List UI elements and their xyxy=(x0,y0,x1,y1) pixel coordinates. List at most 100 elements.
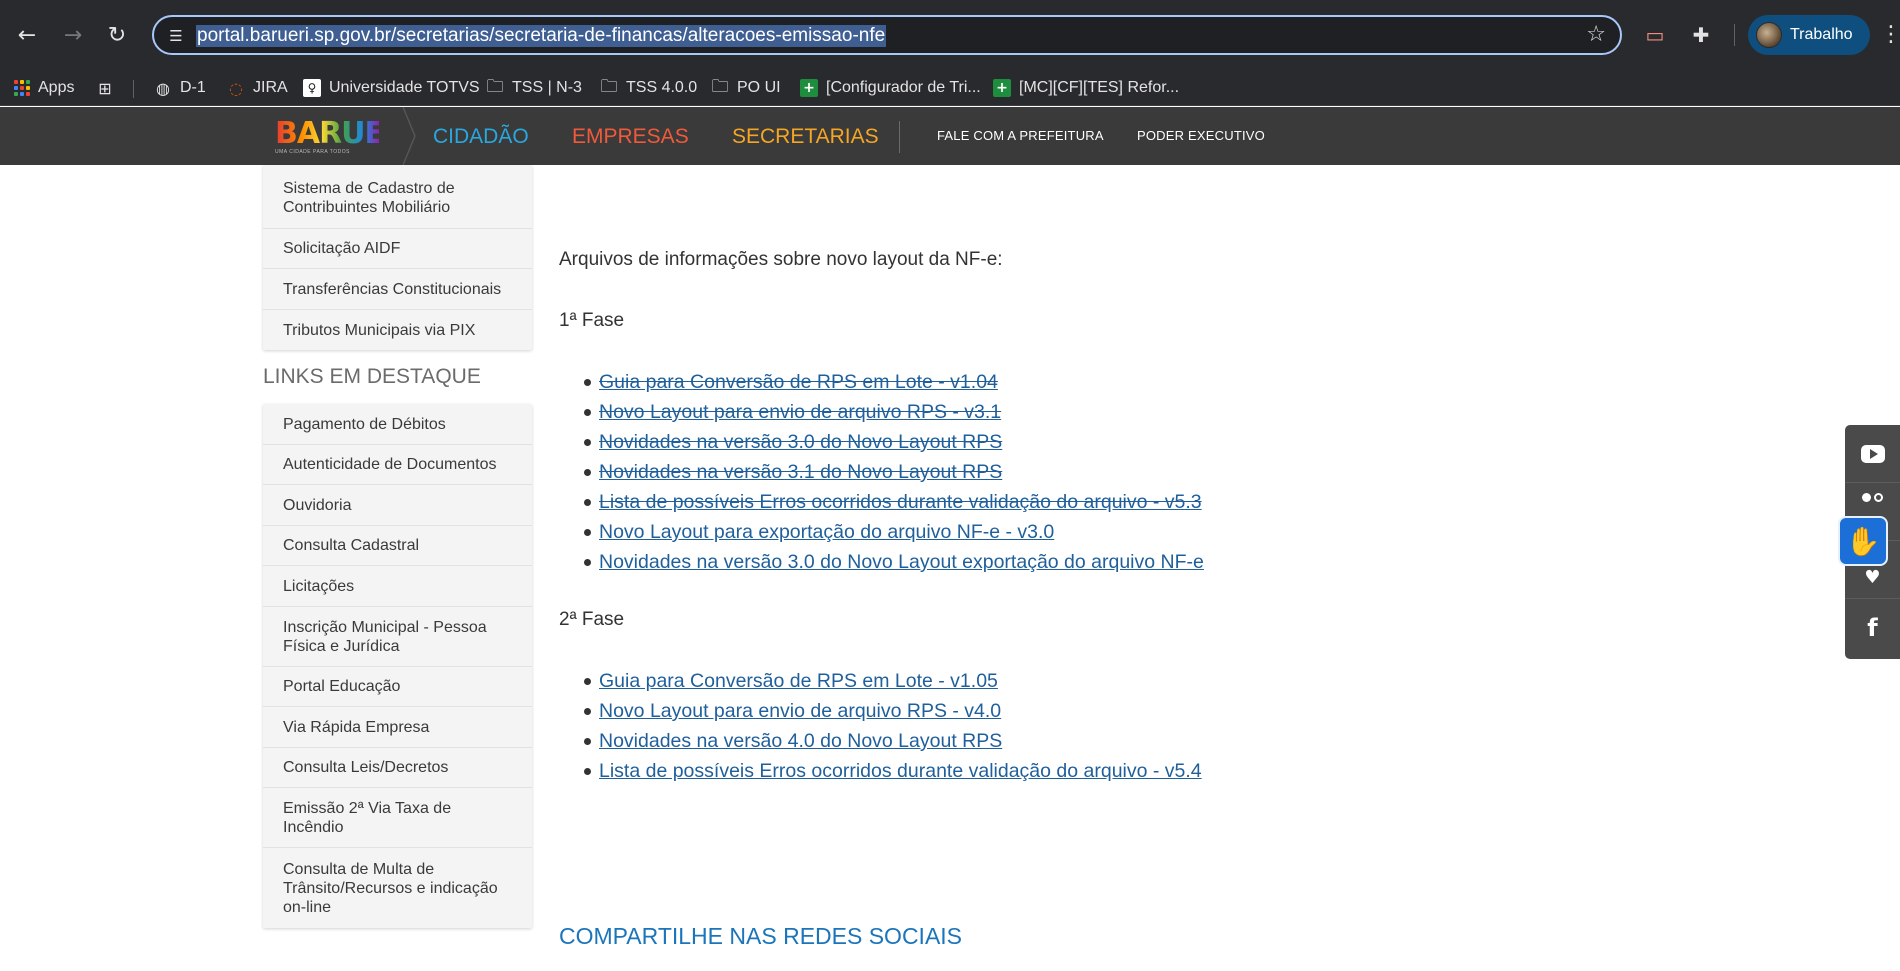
list-item: Novidades na versão 3.1 do Novo Layout R… xyxy=(584,457,1204,487)
site-info-icon[interactable]: ☰ xyxy=(164,24,188,48)
vlibras-hands-icon: ✋ xyxy=(1845,524,1881,558)
url-text[interactable]: portal.barueri.sp.gov.br/secretarias/sec… xyxy=(196,25,887,47)
phase1-link[interactable]: Novidades na versão 3.0 do Novo Layout R… xyxy=(599,431,1002,453)
sidebar-links-group: Pagamento de Débitos Autenticidade de Do… xyxy=(263,404,532,928)
sidebar-item-transferencias[interactable]: Transferências Constitucionais xyxy=(263,269,532,310)
sidebar-link-multa-transito[interactable]: Consulta de Multa de Trânsito/Recursos e… xyxy=(263,848,532,928)
header-chevron-divider xyxy=(402,107,416,165)
bookmark-jira[interactable]: ◌ JIRA xyxy=(227,70,288,106)
sidebar-link-taxa-incendio[interactable]: Emissão 2ª Via Taxa de Incêndio xyxy=(263,788,532,848)
cast-icon[interactable]: ▭ xyxy=(1640,20,1670,50)
bookmarks-bar: Apps ⊞ ◍ D-1 ◌ JIRA ♀ Universidade TOTVS… xyxy=(0,70,1900,106)
header-divider xyxy=(899,121,900,153)
flickr-icon xyxy=(1862,493,1883,502)
links-em-destaque-title: LINKS EM DESTAQUE xyxy=(263,365,481,388)
bookmark-mc-cf-tes[interactable]: + [MC][CF][TES] Refor... xyxy=(993,70,1179,106)
globe-icon: ◍ xyxy=(156,78,170,98)
sidebar-item-cadastro-contribuintes[interactable]: Sistema de Cadastro de Contribuintes Mob… xyxy=(263,165,532,229)
bookmark-universidade-totvs[interactable]: ♀ Universidade TOTVS xyxy=(303,70,480,106)
phase1-link[interactable]: Novidades na versão 3.0 do Novo Layout e… xyxy=(599,551,1204,573)
sidebar-link-consulta-cadastral[interactable]: Consulta Cadastral xyxy=(263,526,532,566)
phase2-link[interactable]: Novo Layout para envio de arquivo RPS - … xyxy=(599,700,1001,722)
twitter-icon: ♥ xyxy=(1864,567,1881,588)
tab-groups-icon: ⊞ xyxy=(98,78,112,98)
profile-label: Trabalho xyxy=(1790,26,1853,43)
list-item: Novo Layout para envio de arquivo RPS - … xyxy=(584,696,1202,726)
sidebar-item-solicitacao-aidf[interactable]: Solicitação AIDF xyxy=(263,229,532,269)
profile-button[interactable]: Trabalho xyxy=(1748,15,1870,55)
list-item: Novidades na versão 4.0 do Novo Layout R… xyxy=(584,726,1202,756)
sidebar-link-ouvidoria[interactable]: Ouvidoria xyxy=(263,485,532,526)
bookmark-star-icon[interactable]: ☆ xyxy=(1586,22,1606,47)
phase1-link-list: Guia para Conversão de RPS em Lote - v1.… xyxy=(584,367,1204,577)
jira-icon: ◌ xyxy=(229,78,243,98)
bookmark-d1[interactable]: ◍ D-1 xyxy=(154,70,206,106)
phase2-link-list: Guia para Conversão de RPS em Lote - v1.… xyxy=(584,666,1202,786)
phase2-link[interactable]: Guia para Conversão de RPS em Lote - v1.… xyxy=(599,670,998,692)
list-item: Lista de possíveis Erros ocorridos duran… xyxy=(584,487,1204,517)
address-bar[interactable]: ☰ portal.barueri.sp.gov.br/secretarias/s… xyxy=(152,15,1622,55)
avatar xyxy=(1756,22,1782,48)
site-header: BARUERI UMA CIDADE PARA TODOS CIDADÃO EM… xyxy=(0,107,1900,165)
phase1-link[interactable]: Guia para Conversão de RPS em Lote - v1.… xyxy=(599,371,998,393)
youtube-icon xyxy=(1860,444,1885,463)
folder-icon: 🗀 xyxy=(486,76,504,97)
sidebar-link-leis-decretos[interactable]: Consulta Leis/Decretos xyxy=(263,748,532,788)
extensions-icon[interactable]: ✚ xyxy=(1686,20,1716,50)
sidebar-link-licitacoes[interactable]: Licitações xyxy=(263,566,532,607)
bookmark-configurador[interactable]: + [Configurador de Tri... xyxy=(800,70,981,106)
folder-icon: 🗀 xyxy=(711,76,729,97)
browser-toolbar: ← → ↻ ☰ portal.barueri.sp.gov.br/secreta… xyxy=(0,0,1900,70)
list-item: Novo Layout para envio de arquivo RPS - … xyxy=(584,397,1204,427)
sidebar-link-autenticidade[interactable]: Autenticidade de Documentos xyxy=(263,445,532,485)
facebook-button[interactable]: f xyxy=(1845,599,1900,657)
phase1-link[interactable]: Novo Layout para exportação do arquivo N… xyxy=(599,521,1054,543)
menu-icon[interactable]: ⋮ xyxy=(1880,22,1900,47)
menu-poder-executivo[interactable]: PODER EXECUTIVO xyxy=(1137,128,1265,143)
list-item: Lista de possíveis Erros ocorridos duran… xyxy=(584,756,1202,786)
sidebar-link-inscricao-municipal[interactable]: Inscrição Municipal - Pessoa Física e Ju… xyxy=(263,607,532,667)
sidebar-services-group: Sistema de Cadastro de Contribuintes Mob… xyxy=(263,165,532,350)
list-item: Novidades na versão 3.0 do Novo Layout e… xyxy=(584,547,1204,577)
list-item: Guia para Conversão de RPS em Lote - v1.… xyxy=(584,367,1204,397)
reload-button[interactable]: ↻ xyxy=(100,18,134,52)
share-title: COMPARTILHE NAS REDES SOCIAIS xyxy=(559,923,963,949)
barueri-logo[interactable]: BARUERI UMA CIDADE PARA TODOS xyxy=(275,117,417,157)
totvs-icon: ♀ xyxy=(303,79,321,97)
menu-fale-com-a-prefeitura[interactable]: FALE COM A PREFEITURA xyxy=(937,128,1104,143)
facebook-icon: f xyxy=(1867,614,1878,642)
back-button[interactable]: ← xyxy=(10,18,44,52)
phase2-link[interactable]: Novidades na versão 4.0 do Novo Layout R… xyxy=(599,730,1002,752)
phase2-title: 2ª Fase xyxy=(559,609,625,630)
forward-button[interactable]: → xyxy=(56,18,90,52)
youtube-button[interactable] xyxy=(1845,425,1900,483)
toolbar-divider xyxy=(1734,24,1735,46)
sidebar-link-pagamento-debitos[interactable]: Pagamento de Débitos xyxy=(263,404,532,445)
list-item: Novo Layout para exportação do arquivo N… xyxy=(584,517,1204,547)
folder-icon: 🗀 xyxy=(600,76,618,97)
phase1-link[interactable]: Novo Layout para envio de arquivo RPS - … xyxy=(599,401,1001,423)
sidebar: Sistema de Cadastro de Contribuintes Mob… xyxy=(263,165,532,928)
menu-cidadao[interactable]: CIDADÃO xyxy=(433,125,529,149)
bookmark-tss-n3[interactable]: 🗀 TSS | N-3 xyxy=(486,70,582,106)
menu-empresas[interactable]: EMPRESAS xyxy=(572,125,689,149)
phase1-link[interactable]: Novidades na versão 3.1 do Novo Layout R… xyxy=(599,461,1002,483)
bookmark-tss-400[interactable]: 🗀 TSS 4.0.0 xyxy=(600,70,698,106)
sidebar-link-portal-educacao[interactable]: Portal Educação xyxy=(263,667,532,707)
phase1-title: 1ª Fase xyxy=(559,310,625,331)
apps-grid-icon xyxy=(14,80,30,96)
bookmarks-separator xyxy=(133,80,134,98)
list-item: Guia para Conversão de RPS em Lote - v1.… xyxy=(584,666,1202,696)
phase1-link[interactable]: Lista de possíveis Erros ocorridos duran… xyxy=(599,491,1202,513)
sheets-icon: + xyxy=(993,79,1011,97)
sidebar-link-via-rapida[interactable]: Via Rápida Empresa xyxy=(263,707,532,748)
sheets-icon: + xyxy=(800,79,818,97)
vlibras-button[interactable]: ✋ xyxy=(1838,516,1888,566)
bookmark-apps[interactable]: Apps xyxy=(14,70,74,106)
sidebar-item-tributos-pix[interactable]: Tributos Municipais via PIX xyxy=(263,310,532,350)
page-heading: Arquivos de informações sobre novo layou… xyxy=(559,249,1003,270)
bookmark-tab-groups[interactable]: ⊞ xyxy=(96,70,122,106)
phase2-link[interactable]: Lista de possíveis Erros ocorridos duran… xyxy=(599,760,1202,782)
menu-secretarias[interactable]: SECRETARIAS xyxy=(732,125,879,149)
bookmark-po-ui[interactable]: 🗀 PO UI xyxy=(711,70,781,106)
